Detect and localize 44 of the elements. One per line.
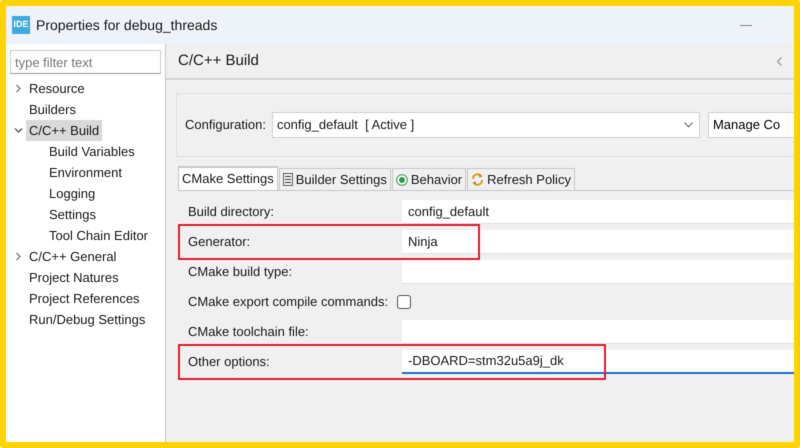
tree-item[interactable]: C/C++ General bbox=[26, 246, 120, 268]
field-label: CMake export compile commands: bbox=[188, 293, 390, 312]
tab[interactable]: CMake Settings bbox=[178, 166, 278, 190]
tab[interactable]: Refresh Policy bbox=[467, 168, 575, 190]
input-field[interactable] bbox=[402, 320, 794, 344]
configuration-dropdown[interactable]: config_default [ Active ] bbox=[272, 112, 700, 138]
configuration-label: Configuration: bbox=[185, 116, 266, 134]
tree-item[interactable]: C/C++ Build bbox=[26, 120, 102, 142]
input-field[interactable] bbox=[402, 260, 794, 284]
filter-field[interactable]: type filter text bbox=[10, 50, 161, 74]
checkbox[interactable] bbox=[397, 295, 411, 309]
chevron-right-icon[interactable] bbox=[14, 84, 22, 93]
app-logo: IDE bbox=[12, 16, 30, 34]
tree-item[interactable]: Builders bbox=[26, 98, 79, 120]
back-icon[interactable] bbox=[777, 56, 782, 66]
field-label: CMake toolchain file: bbox=[188, 323, 310, 342]
tree-item[interactable]: Environment bbox=[46, 162, 125, 184]
chevron-right-icon[interactable] bbox=[14, 252, 22, 261]
refresh-icon bbox=[471, 173, 484, 186]
tree-item[interactable]: Resource bbox=[26, 78, 88, 100]
tab[interactable]: Builder Settings bbox=[278, 168, 391, 190]
input-field[interactable]: config_default bbox=[402, 200, 794, 224]
window-title: Properties for debug_threads bbox=[36, 16, 218, 35]
field-label: Generator: bbox=[188, 233, 252, 252]
tree-item[interactable]: Logging bbox=[46, 182, 98, 204]
input-field[interactable]: -DBOARD=stm32u5a9j_dk bbox=[402, 350, 794, 374]
tree-item[interactable]: Tool Chain Editor bbox=[46, 224, 151, 246]
field-label: Build directory: bbox=[188, 203, 275, 222]
manage-configurations-button[interactable]: Manage Co bbox=[708, 112, 794, 138]
chevron-down-icon[interactable] bbox=[14, 126, 22, 135]
tab[interactable]: Behavior bbox=[392, 168, 466, 190]
minimize-button[interactable] bbox=[740, 24, 752, 26]
tree-item[interactable]: Project Natures bbox=[26, 266, 122, 288]
list-icon bbox=[282, 173, 293, 186]
field-label: Other options: bbox=[188, 353, 271, 372]
input-field[interactable]: Ninja bbox=[402, 230, 794, 254]
page-title: C/C++ Build bbox=[178, 50, 259, 71]
tree-item[interactable]: Project References bbox=[26, 288, 143, 310]
tree-item[interactable]: Settings bbox=[46, 204, 99, 226]
tree-item[interactable]: Run/Debug Settings bbox=[26, 308, 148, 330]
dropdown-caret-icon bbox=[684, 122, 693, 128]
field-label: CMake build type: bbox=[188, 263, 294, 282]
radio-icon bbox=[396, 174, 408, 186]
tree-item[interactable]: Build Variables bbox=[46, 140, 138, 162]
